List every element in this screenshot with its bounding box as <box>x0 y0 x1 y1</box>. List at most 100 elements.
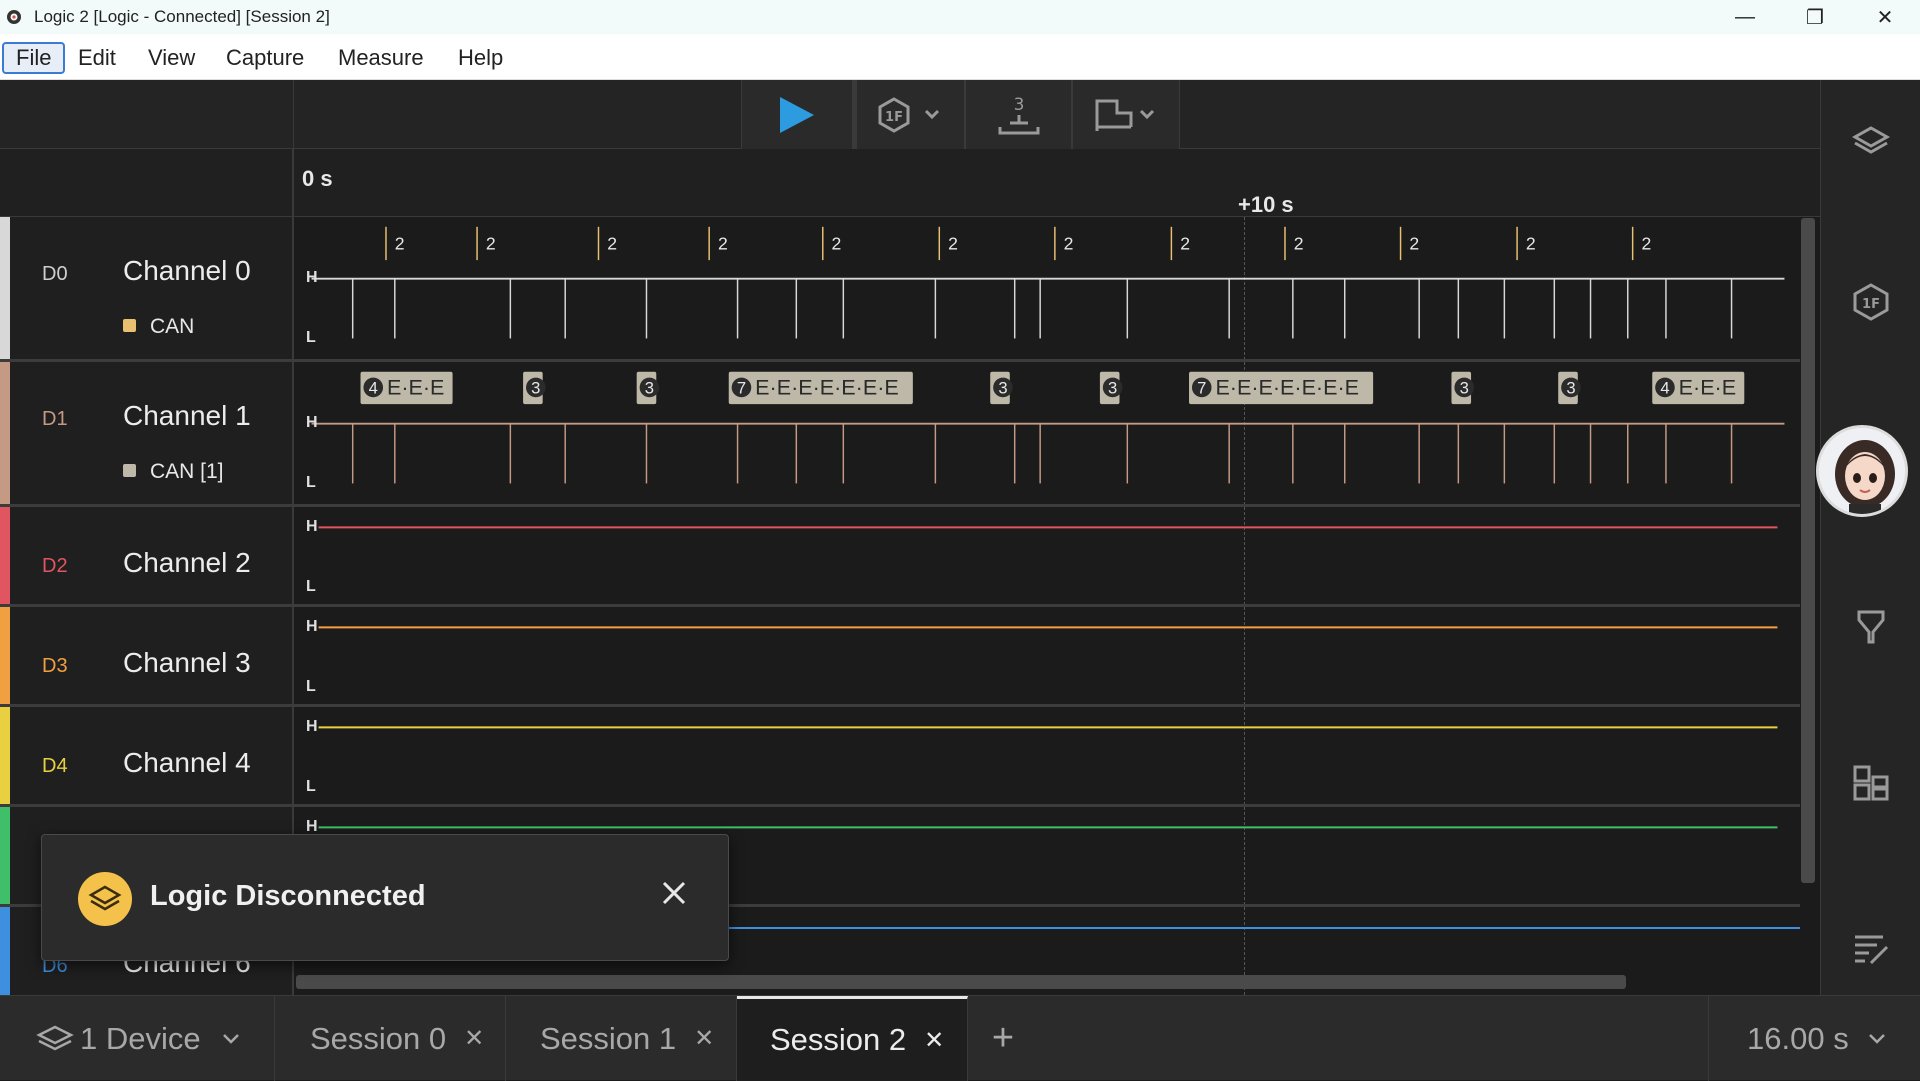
device-selector[interactable]: 1 Device <box>0 996 275 1081</box>
tab-session-0[interactable]: Session 0 ✕ <box>275 996 506 1081</box>
avatar[interactable] <box>1816 425 1908 517</box>
waveform-d0[interactable]: 2 2 2 2 2 2 2 2 2 2 2 2 <box>296 217 1800 359</box>
channel-color-bar <box>0 907 10 995</box>
channel-row-d4: D4 Channel 4 H L <box>0 707 1800 807</box>
trigger-count-icon: 3 <box>998 95 1039 134</box>
frame-count: 3 <box>1566 378 1575 397</box>
channel-color-bar <box>0 507 10 604</box>
analyzer-name: CAN [1] <box>150 460 224 483</box>
level-low: L <box>306 578 316 595</box>
capture-mode-button[interactable] <box>1072 80 1180 149</box>
tab-label: Session 0 <box>310 1020 447 1056</box>
device-icon <box>36 1025 74 1050</box>
frame-label: 2 <box>486 233 496 253</box>
channel-row-d0: D0 Channel 0 CAN 2 2 2 2 2 2 2 2 2 2 2 2 H L <box>0 217 1800 362</box>
menu-bar: File Edit View Capture Measure Help <box>0 34 1920 80</box>
close-window-button[interactable]: ✕ <box>1850 0 1920 34</box>
channel-row-d2: D2 Channel 2 H L <box>0 507 1800 607</box>
svg-text:3: 3 <box>1013 95 1024 115</box>
start-capture-button[interactable] <box>741 80 853 149</box>
frame-label: 2 <box>1064 233 1074 253</box>
channel-color-bar <box>0 807 10 904</box>
frame-label: 2 <box>1526 233 1536 253</box>
decoded-frame: 3 <box>1451 371 1474 405</box>
channel-id: D0 <box>42 263 68 285</box>
menu-help[interactable]: Help <box>446 42 515 74</box>
waveform-d4[interactable] <box>296 707 1800 804</box>
close-icon[interactable] <box>654 873 694 913</box>
capture-toolbar: 1F 3 <box>0 80 1820 149</box>
frame-count: 3 <box>645 378 654 397</box>
decoded-frame: 4 E·E·E <box>1652 371 1745 405</box>
channel-label-d3[interactable]: D3 Channel 3 <box>0 607 294 704</box>
frame-label: 2 <box>1409 233 1419 253</box>
waveform-d1[interactable]: 4 E·E·E 3 3 7 E·E·E·E·E·E·E 3 3 7 E·E·E·E·E·E·E 3 3… <box>296 362 1800 504</box>
capture-mode-icon <box>1095 99 1155 131</box>
decoded-frame: 7 E·E·E·E·E·E·E <box>1189 371 1374 405</box>
channel-name: Channel 1 <box>123 400 251 431</box>
horizontal-scrollbar[interactable] <box>296 975 1626 989</box>
frame-count: 3 <box>1108 378 1117 397</box>
trigger-count-button[interactable]: 3 <box>965 80 1072 149</box>
channel-row-d1: D1 Channel 1 CAN [1] 4 E·E·E 3 3 7 E·E·E·E·E·… <box>0 362 1800 507</box>
menu-capture[interactable]: Capture <box>214 42 316 74</box>
level-high: H <box>306 414 318 431</box>
analyzer-name: CAN <box>150 315 195 338</box>
right-sidebar: 1F <box>1816 80 1920 995</box>
chevron-down-icon <box>1868 1033 1885 1044</box>
tab-session-2[interactable]: Session 2 ✕ <box>737 996 968 1081</box>
frame-label: 2 <box>607 233 617 253</box>
analyzer-color-swatch <box>123 464 136 477</box>
timeline-start-label: 0 s <box>302 166 333 191</box>
play-icon <box>780 96 814 133</box>
channel-label-d0[interactable]: D0 Channel 0 CAN <box>0 217 294 359</box>
channel-name: Channel 0 <box>123 255 251 286</box>
device-count: 1 Device <box>80 1020 201 1056</box>
tab-session-1[interactable]: Session 1 ✕ <box>506 996 737 1081</box>
device-panel-icon[interactable] <box>1851 120 1891 160</box>
channel-color-bar <box>0 217 10 359</box>
close-icon[interactable]: ✕ <box>924 1026 944 1055</box>
menu-measure[interactable]: Measure <box>326 42 436 74</box>
frame-label: 2 <box>948 233 958 253</box>
analyzer-tag[interactable]: CAN [1] <box>123 460 224 484</box>
measure-icon[interactable] <box>1851 606 1891 646</box>
add-session-button[interactable]: + <box>968 996 1038 1081</box>
channel-label-d2[interactable]: D2 Channel 2 <box>0 507 294 604</box>
trigger-settings-button[interactable]: 1F <box>853 80 965 149</box>
frame-count: 7 <box>1197 378 1206 397</box>
frame-data: E·E·E <box>387 375 444 399</box>
duration-selector[interactable]: 16.00 s <box>1708 996 1920 1081</box>
close-icon[interactable]: ✕ <box>694 1024 714 1053</box>
timeline-label-spacer <box>0 149 294 217</box>
waveform-d2[interactable] <box>296 507 1800 604</box>
vertical-scrollbar[interactable] <box>1801 218 1815 883</box>
frame-label: 2 <box>395 233 405 253</box>
menu-file[interactable]: File <box>2 42 66 74</box>
duration-value: 16.00 s <box>1747 1020 1849 1056</box>
title-bar: Logic 2 [Logic - Connected] [Session 2] … <box>0 0 1920 34</box>
waveform-d3[interactable] <box>296 607 1800 704</box>
menu-edit[interactable]: Edit <box>66 42 128 74</box>
channel-label-d1[interactable]: D1 Channel 1 CAN [1] <box>0 362 294 504</box>
frame-label: 2 <box>832 233 842 253</box>
tab-label: Session 1 <box>540 1020 677 1056</box>
analyzer-tag[interactable]: CAN <box>123 315 194 339</box>
channel-label-d4[interactable]: D4 Channel 4 <box>0 707 294 804</box>
channel-color-bar <box>0 362 10 504</box>
level-high: H <box>306 518 318 535</box>
notes-icon[interactable] <box>1851 929 1891 969</box>
device-icon <box>78 872 132 926</box>
decoded-frame: 3 <box>1558 371 1581 405</box>
channel-id: D2 <box>42 555 68 577</box>
frame-data: E·E·E·E·E·E·E <box>1215 375 1359 399</box>
close-icon[interactable]: ✕ <box>464 1024 484 1053</box>
level-high: H <box>306 618 318 635</box>
frame-count: 3 <box>998 378 1007 397</box>
extensions-icon[interactable] <box>1851 763 1891 803</box>
maximize-button[interactable]: ❐ <box>1780 0 1850 34</box>
channel-name: Channel 4 <box>123 747 251 778</box>
minimize-button[interactable]: — <box>1710 0 1780 34</box>
analyzers-icon[interactable]: 1F <box>1851 282 1891 322</box>
menu-view[interactable]: View <box>136 42 207 74</box>
